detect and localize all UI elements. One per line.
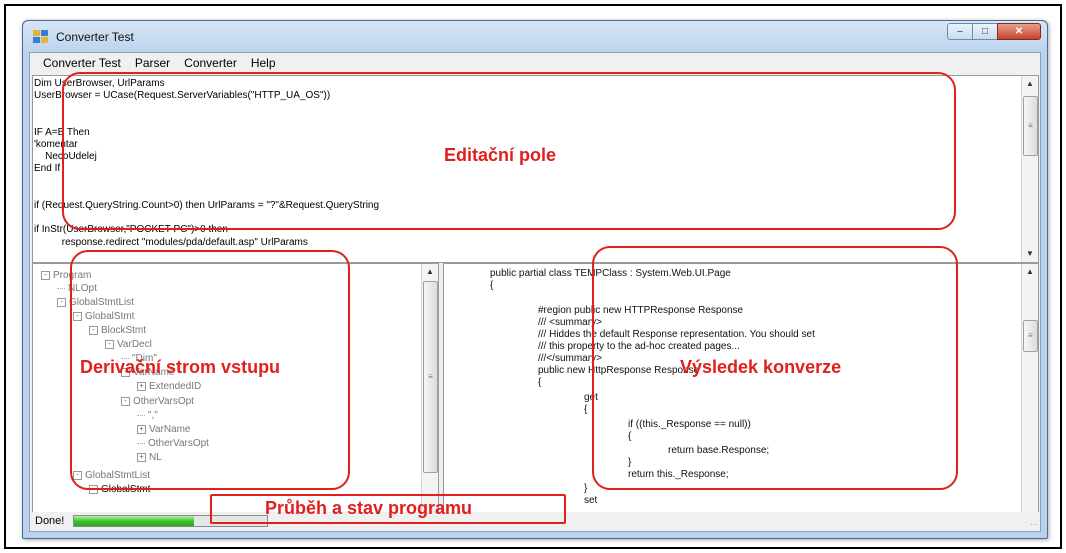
menu-bar: Converter Test Parser Converter Help	[30, 53, 1040, 72]
title-bar[interactable]: Converter Test – □ ✕	[23, 21, 1047, 53]
editor-scrollbar[interactable]: ▲ ≡ ▼	[1021, 76, 1038, 262]
scroll-up-icon[interactable]: ▲	[1022, 264, 1038, 280]
scroll-thumb[interactable]: ≡	[1023, 320, 1038, 352]
collapse-icon[interactable]: -	[57, 297, 66, 307]
scroll-thumb[interactable]: ≡	[1023, 96, 1038, 156]
annotation-output-label: Výsledek konverze	[680, 357, 842, 377]
menu-converter[interactable]: Converter	[177, 56, 244, 70]
minimize-button[interactable]: –	[947, 23, 973, 40]
menu-help[interactable]: Help	[244, 56, 283, 70]
window-title: Converter Test	[56, 30, 134, 44]
output-line: {	[490, 280, 494, 291]
scroll-up-icon[interactable]: ▲	[1022, 76, 1038, 92]
menu-converter-test[interactable]: Converter Test	[36, 56, 128, 70]
output-line: {	[538, 377, 542, 388]
annotation-tree-label: Derivační strom vstupu	[80, 357, 281, 377]
progress-fill	[74, 516, 194, 526]
output-scrollbar[interactable]: ▲ ≡ ▼	[1021, 264, 1038, 523]
annotation-status-label: Průběh a stav programu	[265, 498, 473, 518]
window-controls: – □ ✕	[947, 23, 1041, 41]
scroll-down-icon[interactable]: ▼	[1022, 246, 1038, 262]
minimize-icon: –	[957, 26, 963, 37]
tree-connector	[57, 287, 65, 289]
resize-grip-icon[interactable]: ⋯	[1030, 520, 1038, 529]
collapse-icon[interactable]: -	[41, 270, 50, 280]
menu-parser[interactable]: Parser	[128, 56, 177, 70]
tree-scrollbar[interactable]: ▲ ≡ ▼	[421, 264, 438, 523]
output-line: }	[584, 483, 588, 494]
close-icon: ✕	[1014, 26, 1024, 37]
code-line: response.redirect "modules/pda/default.a…	[34, 236, 308, 248]
scroll-thumb[interactable]: ≡	[423, 281, 438, 473]
app-icon	[33, 30, 49, 44]
scroll-up-icon[interactable]: ▲	[422, 264, 438, 280]
output-line: {	[584, 404, 588, 415]
maximize-button[interactable]: □	[972, 23, 998, 40]
maximize-icon: □	[981, 26, 989, 37]
annotation-editor-label: Editační pole	[444, 145, 557, 165]
close-button[interactable]: ✕	[997, 23, 1041, 40]
status-text: Done!	[35, 515, 65, 527]
output-line: set	[584, 495, 598, 506]
